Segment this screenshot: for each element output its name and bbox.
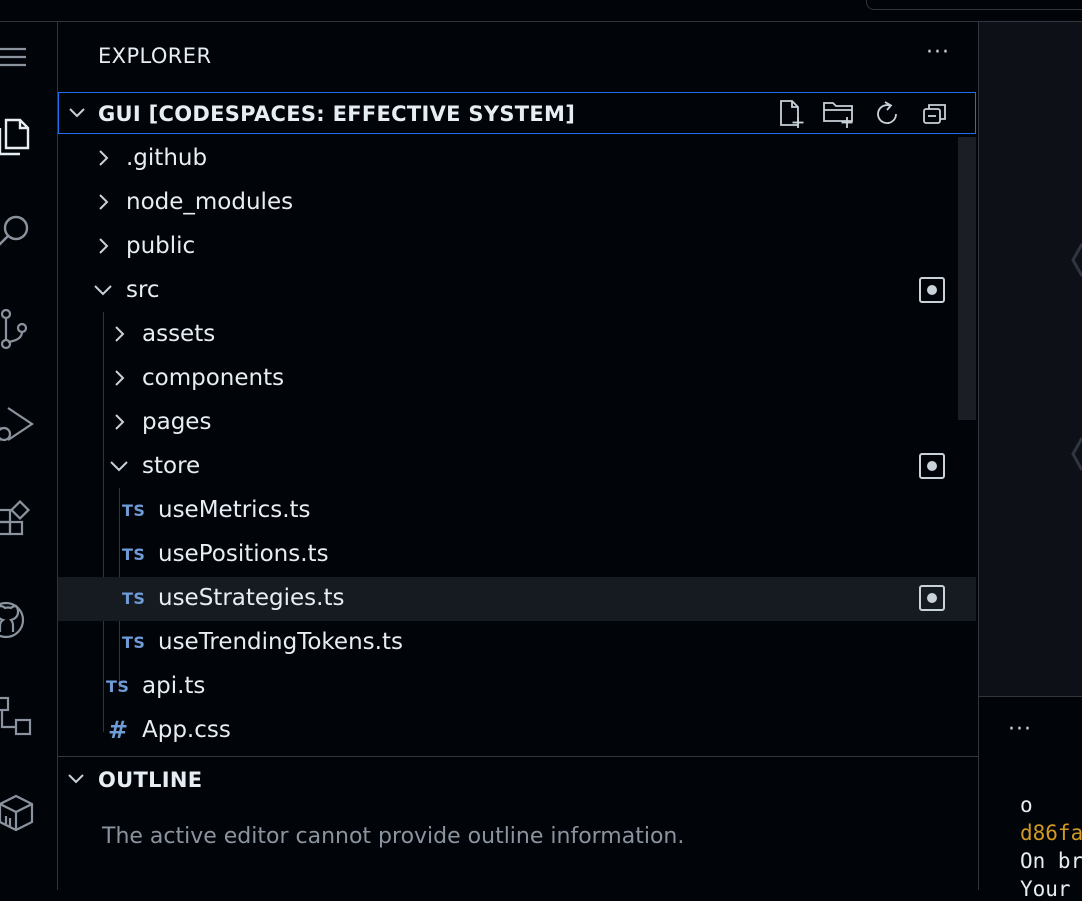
tree-item-label: App.css xyxy=(142,717,231,743)
tree-item-label: public xyxy=(126,233,196,259)
typescript-file-icon: TS xyxy=(122,633,146,652)
terminal-panel: ··· o d86fa On br Your xyxy=(979,697,1082,901)
modified-indicator-icon xyxy=(919,453,945,479)
terminal-line: d86fa xyxy=(1020,821,1082,845)
modified-indicator-icon xyxy=(919,277,945,303)
tree-item-label: useStrategies.ts xyxy=(158,585,345,611)
workspace-section-header[interactable]: GUI [CODESPACES: EFFECTIVE SYSTEM] xyxy=(58,92,976,134)
tree-item-github[interactable]: .github xyxy=(58,137,976,181)
typescript-file-icon: TS xyxy=(106,677,130,696)
tree-item-api[interactable]: TS api.ts xyxy=(58,665,976,709)
title-bar-strip xyxy=(0,0,1082,22)
tree-item-label: src xyxy=(126,277,160,303)
tree-item-label: api.ts xyxy=(142,673,206,699)
css-file-icon: # xyxy=(108,716,129,744)
tree-item-label: useMetrics.ts xyxy=(158,497,311,523)
terminal-line: o xyxy=(1020,793,1033,817)
collapse-all-icon[interactable] xyxy=(917,98,953,130)
outline-empty-message: The active editor cannot provide outline… xyxy=(102,824,685,849)
chevron-down-icon xyxy=(66,769,86,793)
chevron-right-icon xyxy=(96,148,112,174)
typescript-file-icon: TS xyxy=(122,589,146,608)
explorer-files-icon[interactable] xyxy=(0,114,38,160)
tree-item-label: assets xyxy=(142,321,216,347)
modified-indicator-icon xyxy=(919,585,945,611)
activity-bar xyxy=(0,22,58,890)
chevron-right-icon xyxy=(96,192,112,218)
outline-divider xyxy=(58,756,978,757)
tree-item-public[interactable]: public xyxy=(58,225,976,269)
tree-item-usepositions[interactable]: TS usePositions.ts xyxy=(58,533,976,577)
tree-item-label: node_modules xyxy=(126,189,294,215)
tree-item-usemetrics[interactable]: TS useMetrics.ts xyxy=(58,489,976,533)
run-debug-icon[interactable] xyxy=(0,402,38,448)
tree-item-node-modules[interactable]: node_modules xyxy=(58,181,976,225)
terminal-line: Your xyxy=(1020,877,1071,901)
explorer-title: EXPLORER xyxy=(98,44,212,68)
chevron-right-icon xyxy=(112,324,128,350)
chevron-right-icon xyxy=(112,412,128,438)
outline-section-header[interactable]: OUTLINE xyxy=(58,760,976,800)
typescript-file-icon: TS xyxy=(122,545,146,564)
menu-icon[interactable] xyxy=(0,35,38,81)
explorer-sidebar: EXPLORER ··· GUI [CODESPACES: EFFECTIVE … xyxy=(58,22,979,890)
workspace-title: GUI [CODESPACES: EFFECTIVE SYSTEM] xyxy=(98,102,576,126)
containers-icon[interactable] xyxy=(0,790,38,836)
tree-item-pages[interactable]: pages xyxy=(58,401,976,445)
refresh-icon[interactable] xyxy=(869,98,905,130)
chevron-down-icon xyxy=(67,103,87,127)
tree-item-label: .github xyxy=(126,145,208,171)
tree-item-store[interactable]: store xyxy=(58,445,976,489)
editor-overlay-edge xyxy=(1071,243,1082,277)
terminal-line: On br xyxy=(1020,849,1082,873)
tree-item-src[interactable]: src xyxy=(58,269,976,313)
chevron-down-icon xyxy=(108,456,130,482)
tree-item-label: components xyxy=(142,365,285,391)
editor-tab-edge xyxy=(866,0,1082,10)
chevron-down-icon xyxy=(92,280,114,306)
tree-item-label: pages xyxy=(142,409,212,435)
editor-area: ··· o d86fa On br Your xyxy=(979,22,1082,901)
tree-item-app-css[interactable]: # App.css xyxy=(58,709,976,753)
tree-item-label: useTrendingTokens.ts xyxy=(158,629,403,655)
chevron-right-icon xyxy=(96,236,112,262)
new-folder-icon[interactable] xyxy=(821,98,857,130)
tree-item-label: store xyxy=(142,453,201,479)
extensions-icon[interactable] xyxy=(0,500,38,546)
remote-explorer-icon[interactable] xyxy=(0,694,38,740)
panel-more-actions-button[interactable]: ··· xyxy=(1008,717,1032,742)
explorer-more-actions-button[interactable]: ··· xyxy=(926,42,950,64)
tree-item-components[interactable]: components xyxy=(58,357,976,401)
tree-item-usestrategies[interactable]: TS useStrategies.ts xyxy=(58,577,976,621)
outline-title: OUTLINE xyxy=(98,768,203,792)
search-icon[interactable] xyxy=(0,206,38,252)
typescript-file-icon: TS xyxy=(122,501,146,520)
github-icon[interactable] xyxy=(0,598,38,644)
tree-item-label: usePositions.ts xyxy=(158,541,329,567)
chevron-right-icon xyxy=(112,368,128,394)
tree-item-assets[interactable]: assets xyxy=(58,313,976,357)
new-file-icon[interactable] xyxy=(773,98,809,130)
editor-overlay-edge xyxy=(1071,437,1082,471)
source-control-icon[interactable] xyxy=(0,306,38,352)
tree-item-usetrendingtokens[interactable]: TS useTrendingTokens.ts xyxy=(58,621,976,665)
